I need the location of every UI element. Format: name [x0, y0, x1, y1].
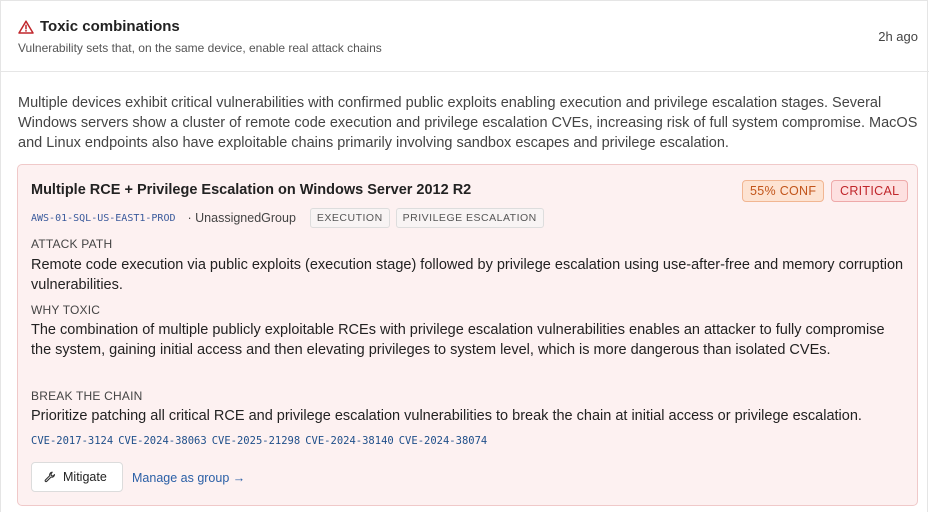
panel-subtitle: Vulnerability sets that, on the same dev…: [18, 41, 382, 55]
cve-link[interactable]: CVE-2024-38074: [399, 435, 488, 447]
device-name[interactable]: AWS-01-SQL-US-EAST1-PROD: [31, 213, 176, 224]
group-name: · UnassignedGroup: [187, 211, 296, 225]
confidence-badge: 55% CONF: [742, 180, 825, 202]
tag-execution: EXECUTION: [309, 208, 390, 228]
attack-path-label: ATTACK PATH: [31, 237, 113, 251]
card-title: Multiple RCE + Privilege Escalation on W…: [31, 182, 472, 198]
why-toxic-label: WHY TOXIC: [31, 303, 101, 317]
cve-link[interactable]: CVE-2024-38140: [305, 435, 394, 447]
summary-text: Multiple devices exhibit critical vulner…: [18, 95, 918, 151]
attack-path-text: Remote code execution via public exploit…: [31, 257, 904, 293]
mitigate-label: Mitigate: [63, 470, 107, 484]
toxic-combinations-panel: Toxic combinations Vulnerability sets th…: [0, 0, 929, 512]
break-chain-label: BREAK THE CHAIN: [31, 389, 143, 403]
break-chain-text: Prioritize patching all critical RCE and…: [31, 408, 862, 424]
manage-as-group-link[interactable]: Manage as group →: [132, 471, 245, 485]
wrench-icon: [44, 471, 56, 483]
tag-privilege-escalation: PRIVILEGE ESCALATION: [395, 208, 544, 228]
cve-list: CVE-2017-3124 CVE-2024-38063 CVE-2025-21…: [31, 435, 492, 447]
timestamp: 2h ago: [878, 29, 918, 44]
warning-triangle-icon: [18, 20, 34, 34]
why-toxic-text: The combination of multiple publicly exp…: [31, 322, 885, 358]
card-meta: AWS-01-SQL-US-EAST1-PROD · UnassignedGro…: [31, 207, 544, 229]
cve-link[interactable]: CVE-2017-3124: [31, 435, 113, 447]
panel-title: Toxic combinations: [40, 18, 180, 35]
cve-link[interactable]: CVE-2024-38063: [118, 435, 207, 447]
severity-badge: CRITICAL: [831, 180, 909, 202]
cve-link[interactable]: CVE-2025-21298: [212, 435, 301, 447]
panel-header: Toxic combinations Vulnerability sets th…: [1, 1, 929, 72]
mitigate-button[interactable]: Mitigate: [31, 462, 123, 492]
toxic-combination-card: Multiple RCE + Privilege Escalation on W…: [17, 164, 918, 506]
